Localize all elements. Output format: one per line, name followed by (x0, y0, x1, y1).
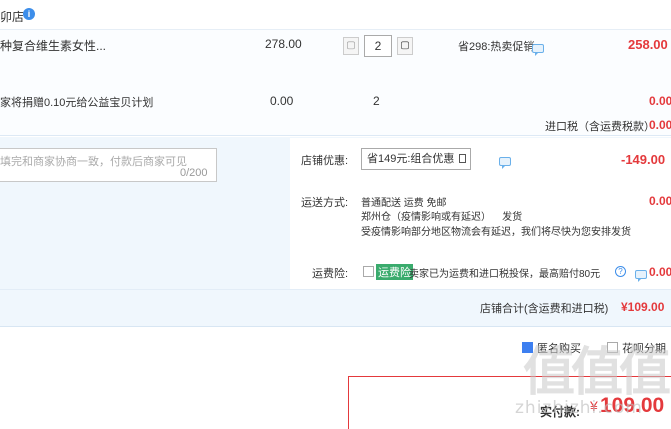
shipping-delay-notice: 受疫情影响部分地区物流会有延迟，我们将尽快为您安排发货 (361, 227, 631, 238)
chat-icon[interactable] (532, 44, 544, 57)
item-subtotal: 0.00 (649, 94, 671, 108)
quantity-input[interactable]: 2 (364, 35, 392, 57)
import-tax-label: 进口税（含运费税款） (545, 121, 655, 133)
item-unit-price: 0.00 (270, 94, 294, 108)
dropdown-icon (459, 154, 466, 163)
shop-discount-select[interactable]: 省149元:组合优惠 (361, 148, 471, 170)
store-name[interactable]: 卯店 (0, 8, 24, 25)
divider (0, 289, 671, 290)
store-badge-icon: i (23, 8, 35, 20)
insurance-description: 卖家已为运费和进口税投保，最高赔付80元 (409, 269, 601, 280)
insurance-checkbox[interactable] (363, 266, 374, 277)
shipping-label: 运送方式: (301, 197, 349, 209)
item-quantity: 2 (373, 94, 380, 108)
item-unit-price: 278.00 (265, 37, 302, 51)
item-name[interactable]: 种复合维生素女性... (0, 37, 106, 54)
shop-discount-label: 店铺优惠: (301, 155, 349, 167)
item-name: 家将捐赠0.10元给公益宝贝计划 (0, 97, 154, 109)
item-subtotal: 258.00 (628, 37, 668, 52)
item-promo: 省298:热卖促销 (458, 41, 535, 53)
shipping-warehouse: 郑州仓（疫情影响或有延迟） 发货 (361, 212, 523, 223)
quantity-decrease-button[interactable]: ▢ (343, 37, 359, 55)
shop-discount-selected: 省149元:组合优惠 (367, 153, 455, 165)
quantity-increase-button[interactable]: ▢ (397, 37, 413, 55)
shipping-value: 0.00 (649, 194, 671, 208)
shop-total-label: 店铺合计(含运费和进口税) (480, 303, 609, 315)
store-header (0, 0, 671, 30)
chat-icon[interactable] (499, 157, 512, 170)
help-icon[interactable]: ? (615, 266, 626, 277)
shipping-method: 普通配送 运费 免邮 (361, 198, 447, 209)
chat-icon[interactable] (634, 270, 647, 283)
shop-total-value: ¥109.00 (621, 300, 665, 314)
import-tax-value: 0.00 (649, 118, 671, 132)
insurance-label: 运费险: (312, 268, 349, 280)
insurance-value: 0.00 (649, 265, 671, 279)
message-counter: 0/200 (180, 167, 208, 179)
shop-discount-value: -149.00 (621, 152, 666, 167)
seller-message-placeholder: 填完和商家协商一致，付款后商家可见 (0, 156, 187, 168)
watermark-logo: 值值值 (523, 343, 671, 403)
insurance-tag: 运费险 (376, 264, 413, 280)
watermark-url: zhizhizhi.com (515, 398, 643, 418)
